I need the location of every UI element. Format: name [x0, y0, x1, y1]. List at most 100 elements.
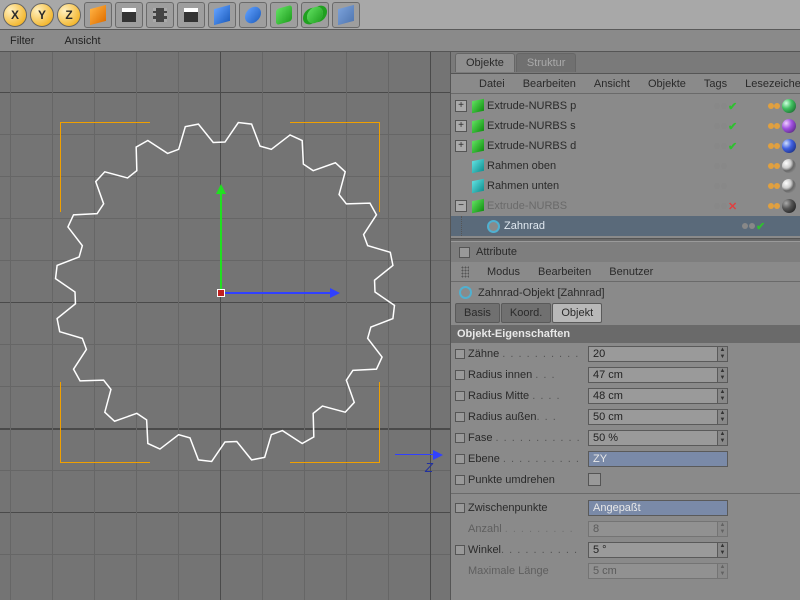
axis-x-button[interactable]: X — [3, 3, 27, 27]
subtab-koord[interactable]: Koord. — [501, 303, 551, 323]
tab-struktur[interactable]: Struktur — [516, 53, 577, 72]
prop-winkel: Winkel. . . . . . . . . . 5 ° ▲▼ — [451, 539, 800, 560]
menu-tags[interactable]: Tags — [704, 78, 727, 90]
prop-radius-innen: Radius innen . . . 47 cm ▲▼ — [451, 364, 800, 385]
prop-zaehne: Zähne . . . . . . . . . . 20 ▲▼ — [451, 343, 800, 364]
attr-menu-modus[interactable]: Modus — [487, 266, 520, 278]
cube-tool-button[interactable] — [84, 2, 112, 28]
menu-lesezeichen[interactable]: Lesezeichen — [745, 78, 800, 90]
zaehne-input[interactable]: 20 — [588, 346, 718, 362]
prop-radius-aussen: Radius außen. . . 50 cm ▲▼ — [451, 406, 800, 427]
anim-checkbox[interactable] — [455, 454, 465, 464]
nurbs-icon — [472, 199, 484, 214]
expander-icon[interactable]: + — [455, 120, 467, 132]
menu-objekte[interactable]: Objekte — [648, 78, 686, 90]
generator-button[interactable] — [270, 2, 298, 28]
spinner[interactable]: ▲▼ — [718, 542, 728, 558]
anzahl-input: 8 — [588, 521, 718, 537]
anim-checkbox[interactable] — [455, 412, 465, 422]
gizmo-y-arrow-icon — [216, 184, 226, 194]
spinner[interactable]: ▲▼ — [718, 367, 728, 383]
spinner[interactable]: ▲▼ — [718, 388, 728, 404]
gizmo-x-arrow-icon — [330, 288, 340, 298]
winkel-input[interactable]: 5 ° — [588, 542, 718, 558]
punkte-checkbox[interactable] — [588, 473, 601, 486]
primitive-cube-button[interactable] — [208, 2, 236, 28]
tree-label: Rahmen oben — [487, 160, 714, 172]
tree-label: Extrude-NURBS s — [487, 120, 714, 132]
zwischenpunkte-dropdown[interactable]: Angepaßt — [588, 500, 728, 516]
attr-menu-benutzer[interactable]: Benutzer — [609, 266, 653, 278]
subtab-basis[interactable]: Basis — [455, 303, 500, 323]
ansicht-menu[interactable]: Ansicht — [64, 35, 100, 47]
ebene-dropdown[interactable]: ZY — [588, 451, 728, 467]
tree-row-rahmen-oben[interactable]: Rahmen oben — [451, 156, 800, 176]
spinner[interactable]: ▲▼ — [718, 409, 728, 425]
properties-section-header: Objekt-Eigenschaften — [451, 325, 800, 343]
expander-icon[interactable]: + — [455, 100, 467, 112]
film-tool-button[interactable] — [146, 2, 174, 28]
anim-checkbox[interactable] — [455, 391, 465, 401]
tree-row-zahnrad[interactable]: Zahnrad ✔ — [451, 216, 800, 236]
viewport-3d[interactable]: // grid drawn below via JS after data lo… — [0, 52, 450, 600]
tree-row-rahmen-unten[interactable]: Rahmen unten — [451, 176, 800, 196]
tab-objekte[interactable]: Objekte — [455, 53, 515, 72]
axis-z-button[interactable]: Z — [57, 3, 81, 27]
subtab-objekt[interactable]: Objekt — [552, 303, 602, 323]
clapper2-tool-button[interactable] — [177, 2, 205, 28]
material-ball-icon[interactable] — [782, 99, 796, 113]
material-ball-icon[interactable] — [782, 199, 796, 213]
axis-y-button[interactable]: Y — [30, 3, 54, 27]
attr-menu-bearbeiten[interactable]: Bearbeiten — [538, 266, 591, 278]
anim-checkbox[interactable] — [455, 349, 465, 359]
object-icon — [472, 179, 484, 194]
material-ball-icon[interactable] — [782, 159, 796, 173]
deformer-button[interactable] — [239, 2, 267, 28]
tree-label: Extrude-NURBS d — [487, 140, 714, 152]
menu-bearbeiten[interactable]: Bearbeiten — [523, 78, 576, 90]
expander-icon[interactable]: − — [455, 200, 467, 212]
tree-row-extrude-d[interactable]: + Extrude-NURBS d ✔ — [451, 136, 800, 156]
material-ball-icon[interactable] — [782, 119, 796, 133]
prop-fase: Fase . . . . . . . . . . . 50 % ▲▼ — [451, 427, 800, 448]
radius-aussen-input[interactable]: 50 cm — [588, 409, 718, 425]
attributes-menu-bar: Modus Bearbeiten Benutzer — [451, 262, 800, 282]
maxlen-input: 5 cm — [588, 563, 718, 579]
anim-checkbox[interactable] — [455, 545, 465, 555]
tree-row-extrude-nurbs[interactable]: − Extrude-NURBS ✕ — [451, 196, 800, 216]
tree-label: Zahnrad — [504, 220, 742, 232]
expander-icon[interactable]: + — [455, 140, 467, 152]
fase-input[interactable]: 50 % — [588, 430, 718, 446]
tree-label: Extrude-NURBS p — [487, 100, 714, 112]
tree-row-extrude-p[interactable]: + Extrude-NURBS p ✔ — [451, 96, 800, 116]
material-ball-icon[interactable] — [782, 179, 796, 193]
anim-checkbox[interactable] — [455, 503, 465, 513]
menu-datei[interactable]: Datei — [479, 78, 505, 90]
gear-icon — [459, 286, 472, 299]
spinner: ▲▼ — [718, 563, 728, 579]
gizmo-y-axis[interactable] — [220, 192, 222, 292]
tree-row-extrude-s[interactable]: + Extrude-NURBS s ✔ — [451, 116, 800, 136]
nurbs-icon — [472, 119, 484, 134]
attribute-checkbox[interactable] — [459, 247, 470, 258]
attributes-title: Attribute — [476, 246, 517, 258]
clapper-tool-button[interactable] — [115, 2, 143, 28]
material-ball-icon[interactable] — [782, 139, 796, 153]
tree-label: Extrude-NURBS — [487, 200, 714, 212]
gizmo-x-axis[interactable] — [222, 292, 332, 294]
anim-checkbox[interactable] — [455, 475, 465, 485]
objects-menu-bar: Datei Bearbeiten Ansicht Objekte Tags Le… — [451, 74, 800, 94]
radius-mitte-input[interactable]: 48 cm — [588, 388, 718, 404]
spinner[interactable]: ▲▼ — [718, 430, 728, 446]
grip-icon[interactable] — [461, 266, 469, 278]
object-title: Zahnrad-Objekt [Zahnrad] — [478, 287, 605, 299]
spinner[interactable]: ▲▼ — [718, 346, 728, 362]
anim-checkbox[interactable] — [455, 433, 465, 443]
gizmo-origin[interactable] — [217, 289, 225, 297]
anim-checkbox[interactable] — [455, 370, 465, 380]
array-button[interactable] — [301, 2, 329, 28]
scene-button[interactable] — [332, 2, 360, 28]
radius-innen-input[interactable]: 47 cm — [588, 367, 718, 383]
filter-menu[interactable]: Filter — [10, 35, 34, 47]
menu-ansicht[interactable]: Ansicht — [594, 78, 630, 90]
